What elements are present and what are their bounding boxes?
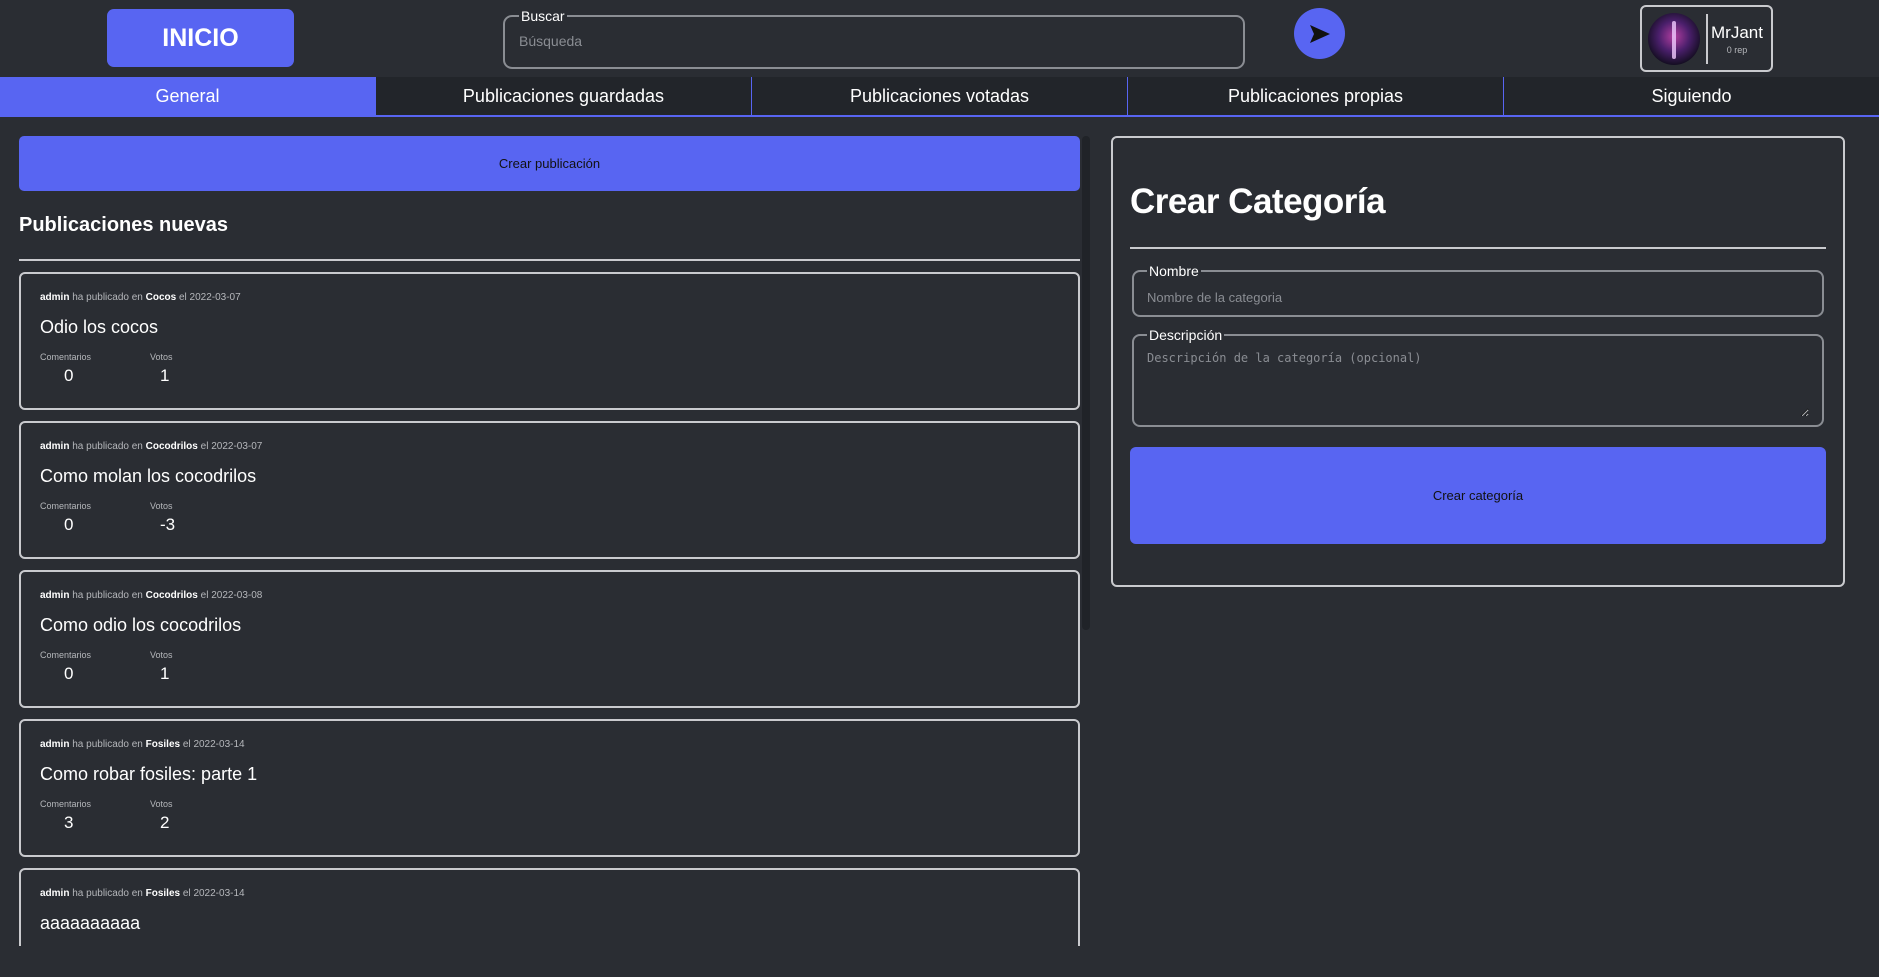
search-input[interactable] bbox=[519, 26, 1229, 56]
post-meta: admin ha publicado en Cocodrilos el 2022… bbox=[40, 441, 263, 452]
user-card-divider bbox=[1706, 13, 1708, 64]
votes-stat: Votos 2 bbox=[150, 799, 260, 833]
post-author[interactable]: admin bbox=[40, 739, 69, 750]
post-category[interactable]: Cocos bbox=[146, 292, 177, 303]
comments-stat: Comentarios 0 bbox=[40, 352, 150, 386]
post-meta: admin ha publicado en Fosiles el 2022-03… bbox=[40, 888, 245, 899]
post-author[interactable]: admin bbox=[40, 590, 69, 601]
post-title[interactable]: Como odio los cocodrilos bbox=[40, 615, 1059, 636]
user-reputation: 0 rep bbox=[1726, 44, 1748, 55]
comments-label: Comentarios bbox=[40, 501, 92, 511]
post-date: 2022-03-07 bbox=[189, 292, 241, 303]
category-description-input[interactable] bbox=[1147, 343, 1809, 417]
home-button[interactable]: INICIO bbox=[107, 9, 294, 67]
votes-count: -3 bbox=[160, 515, 176, 534]
post-date: 2022-03-07 bbox=[211, 441, 263, 452]
feed-column: Crear publicación Publicaciones nuevas a… bbox=[19, 136, 1080, 946]
comments-label: Comentarios bbox=[40, 650, 92, 660]
post-stats: Comentarios 0 Votos 1 bbox=[40, 352, 1059, 386]
votes-stat: Votos 1 bbox=[150, 352, 260, 386]
post-meta: admin ha publicado en Cocos el 2022-03-0… bbox=[40, 292, 241, 303]
section-title: Publicaciones nuevas bbox=[19, 214, 228, 236]
post-date: 2022-03-14 bbox=[193, 888, 245, 899]
votes-stat: Votos -3 bbox=[150, 501, 260, 535]
votes-count: 2 bbox=[160, 813, 170, 832]
post-title[interactable]: Como molan los cocodrilos bbox=[40, 466, 1059, 487]
comments-count: 0 bbox=[64, 515, 74, 534]
post-card[interactable]: admin ha publicado en Cocodrilos el 2022… bbox=[19, 421, 1080, 559]
comments-stat: Comentarios 0 bbox=[40, 650, 150, 684]
comments-stat: Comentarios 0 bbox=[40, 501, 150, 535]
category-name-legend: Nombre bbox=[1149, 263, 1199, 279]
post-title[interactable]: Odio los cocos bbox=[40, 317, 1059, 338]
create-category-title: Crear Categoría bbox=[1130, 182, 1386, 221]
post-author[interactable]: admin bbox=[40, 888, 69, 899]
tab-following[interactable]: Siguiendo bbox=[1504, 77, 1879, 115]
post-stats: Comentarios 3 Votos 2 bbox=[40, 799, 1059, 833]
user-profile-card[interactable]: MrJant 0 rep bbox=[1640, 5, 1773, 72]
post-title[interactable]: aaaaaaaaaa bbox=[40, 913, 1059, 934]
section-divider bbox=[19, 259, 1080, 261]
avatar[interactable] bbox=[1648, 12, 1700, 65]
create-category-card: Crear Categoría Nombre Descripción Crear… bbox=[1111, 136, 1845, 587]
post-card[interactable]: admin ha publicado en Fosiles el 2022-03… bbox=[19, 868, 1080, 946]
votes-label: Votos bbox=[150, 501, 173, 511]
tab-bar: General Publicaciones guardadas Publicac… bbox=[0, 77, 1879, 117]
votes-label: Votos bbox=[150, 650, 173, 660]
post-category[interactable]: Fosiles bbox=[146, 739, 180, 750]
search-submit-button[interactable] bbox=[1294, 8, 1345, 59]
top-bar: INICIO Buscar MrJant 0 rep bbox=[0, 0, 1879, 77]
post-category[interactable]: Fosiles bbox=[146, 888, 180, 899]
post-card[interactable]: admin ha publicado en Cocos el 2022-03-0… bbox=[19, 272, 1080, 410]
comments-count: 3 bbox=[64, 813, 74, 832]
comments-label: Comentarios bbox=[40, 352, 92, 362]
post-stats: Comentarios 0 Votos 1 bbox=[40, 650, 1059, 684]
post-meta: admin ha publicado en Fosiles el 2022-03… bbox=[40, 739, 245, 750]
post-card[interactable]: admin ha publicado en Cocodrilos el 2022… bbox=[19, 570, 1080, 708]
post-author[interactable]: admin bbox=[40, 441, 69, 452]
comments-count: 0 bbox=[64, 664, 74, 683]
search-legend: Buscar bbox=[521, 8, 565, 24]
category-description-legend: Descripción bbox=[1149, 327, 1223, 343]
tab-saved-posts[interactable]: Publicaciones guardadas bbox=[376, 77, 752, 115]
user-name: MrJant bbox=[1711, 22, 1763, 42]
post-category[interactable]: Cocodrilos bbox=[146, 590, 198, 601]
votes-label: Votos bbox=[150, 352, 173, 362]
category-name-input[interactable] bbox=[1147, 279, 1809, 315]
search-field: Buscar bbox=[503, 8, 1245, 69]
post-meta: admin ha publicado en Cocodrilos el 2022… bbox=[40, 590, 263, 601]
create-category-button[interactable]: Crear categoría bbox=[1130, 447, 1826, 544]
create-category-divider bbox=[1130, 247, 1826, 249]
post-date: 2022-03-14 bbox=[193, 739, 245, 750]
send-arrow-icon bbox=[1309, 24, 1330, 43]
votes-stat: Votos 1 bbox=[150, 650, 260, 684]
tab-own-posts[interactable]: Publicaciones propias bbox=[1128, 77, 1504, 115]
post-title[interactable]: Como robar fosiles: parte 1 bbox=[40, 764, 1059, 785]
post-stats: Comentarios 0 Votos -3 bbox=[40, 501, 1059, 535]
category-name-field: Nombre bbox=[1132, 263, 1824, 317]
post-category[interactable]: Cocodrilos bbox=[146, 441, 198, 452]
comments-label: Comentarios bbox=[40, 799, 92, 809]
votes-count: 1 bbox=[160, 664, 170, 683]
post-date: 2022-03-08 bbox=[211, 590, 263, 601]
feed-scrollbar[interactable] bbox=[1082, 136, 1090, 630]
category-description-field: Descripción bbox=[1132, 327, 1824, 427]
post-author[interactable]: admin bbox=[40, 292, 69, 303]
comments-count: 0 bbox=[64, 366, 74, 385]
tab-general[interactable]: General bbox=[0, 77, 376, 115]
votes-count: 1 bbox=[160, 366, 170, 385]
create-post-button[interactable]: Crear publicación bbox=[19, 136, 1080, 191]
comments-stat: Comentarios 3 bbox=[40, 799, 150, 833]
tab-voted-posts[interactable]: Publicaciones votadas bbox=[752, 77, 1128, 115]
votes-label: Votos bbox=[150, 799, 173, 809]
post-card[interactable]: admin ha publicado en Fosiles el 2022-03… bbox=[19, 719, 1080, 857]
user-info: MrJant 0 rep bbox=[1711, 23, 1763, 55]
